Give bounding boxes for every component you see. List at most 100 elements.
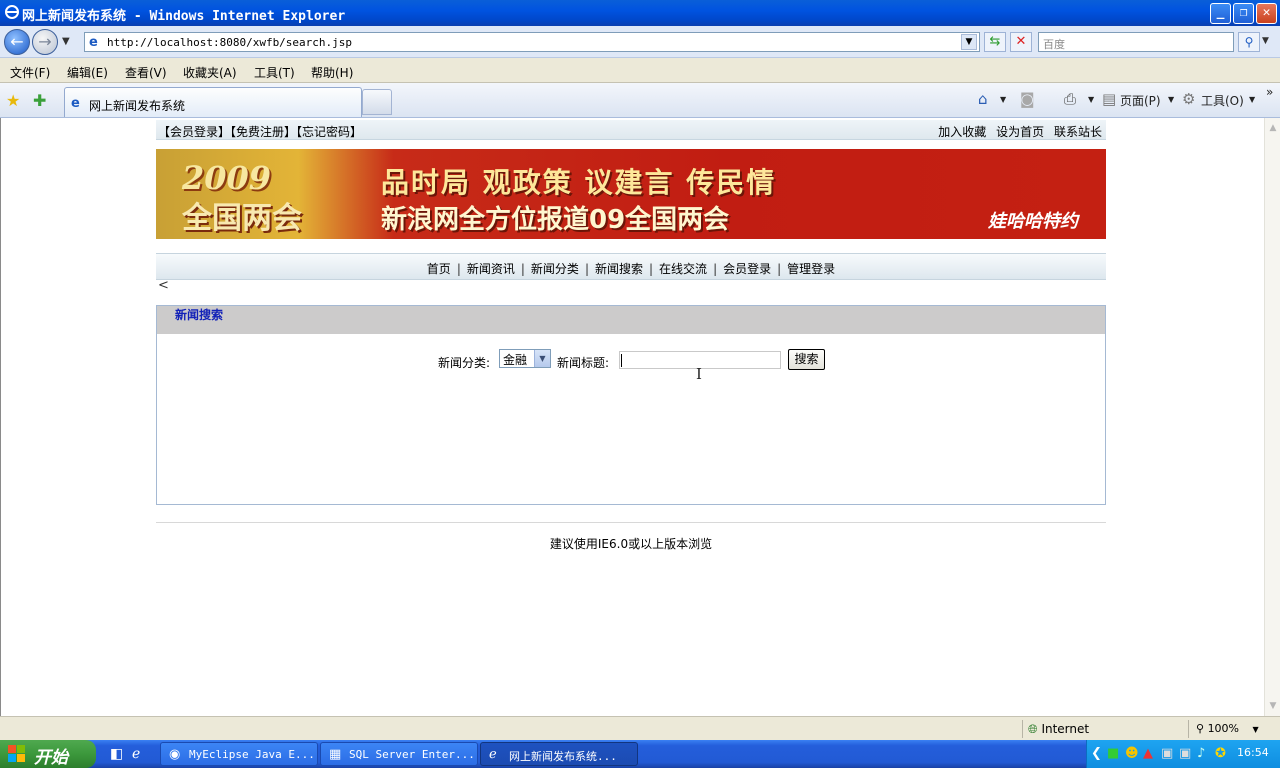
tray-expand-icon[interactable]: ❮ <box>1091 746 1102 761</box>
print-icon[interactable]: ⎙ <box>1064 90 1076 108</box>
home-icon[interactable]: ⌂ <box>978 90 988 108</box>
sql-server-icon: ▦ <box>329 747 342 762</box>
zoom-label: 100% <box>1207 722 1240 735</box>
chevron-more-icon[interactable]: » <box>1266 85 1273 99</box>
search-go-button[interactable]: ⚲ <box>1238 32 1260 52</box>
banner-left-headline: 全国两会 <box>182 201 302 236</box>
menu-file[interactable]: 文件(F) <box>10 64 50 81</box>
menu-tools[interactable]: 工具(T) <box>254 64 295 81</box>
search-placeholder: 百度 <box>1043 38 1065 51</box>
nav-chat[interactable]: 在线交流 <box>659 262 707 276</box>
zoom-dropdown-icon[interactable]: ▼ <box>1253 725 1259 734</box>
tray-volume-icon[interactable]: ♪ <box>1197 746 1205 761</box>
address-input[interactable]: e http://localhost:8080/xwfb/search.jsp … <box>84 32 980 52</box>
show-desktop-icon[interactable]: ◧ <box>110 746 123 762</box>
scroll-down-icon[interactable]: ▼ <box>1265 698 1280 714</box>
tray-monitor-icon[interactable]: ▣ <box>1161 746 1173 761</box>
nav-news[interactable]: 新闻资讯 <box>467 262 515 276</box>
nav-search[interactable]: 新闻搜索 <box>595 262 643 276</box>
favorites-star-icon[interactable]: ★ <box>6 91 20 110</box>
tray-network-connections-icon[interactable]: ▣ <box>1179 746 1191 761</box>
menu-favorites[interactable]: 收藏夹(A) <box>183 64 237 81</box>
print-dropdown-icon[interactable]: ▼ <box>1088 95 1094 104</box>
tray-network-icon[interactable]: ■ <box>1107 746 1119 761</box>
banner-image: 2009 全国两会 品时局 观政策 议建言 传民情 新浪网全方位报道09全国两会… <box>156 149 1106 239</box>
menu-view[interactable]: 查看(V) <box>125 64 167 81</box>
task-sql-server[interactable]: ▦ SQL Server Enter... <box>320 742 478 766</box>
tray-security-icon[interactable]: ✪ <box>1215 746 1226 761</box>
page-menu-button[interactable]: 页面(P) <box>1120 92 1161 109</box>
chevron-down-icon[interactable]: ▼ <box>534 350 550 367</box>
search-panel: 新闻搜索 新闻分类: 金融 ▼ 新闻标题: 搜索 I <box>156 305 1106 505</box>
search-panel-title: 新闻搜索 <box>175 308 224 322</box>
text-caret <box>621 354 622 367</box>
zoom-icon: ⚲ <box>1196 722 1205 735</box>
ibeam-cursor-icon: I <box>696 365 702 383</box>
arrow-right-icon: → <box>38 32 52 51</box>
add-favorite-icon[interactable]: ✚ <box>33 91 46 110</box>
back-button[interactable]: ← <box>4 29 30 55</box>
ie-quicklaunch-icon[interactable]: ℯ <box>132 746 140 762</box>
system-tray: ❮ ■ ☻ ▲ ▣ ▣ ♪ ✪ 16:54 <box>1086 740 1280 768</box>
nav-home[interactable]: 首页 <box>427 262 451 276</box>
home-dropdown-icon[interactable]: ▼ <box>1000 95 1006 104</box>
history-dropdown-icon[interactable]: ▼ <box>62 36 70 47</box>
start-label: 开始 <box>34 748 68 768</box>
refresh-icon: ⇆ <box>989 34 1001 49</box>
tab-label: 网上新闻发布系统 <box>89 99 186 113</box>
close-window-button[interactable]: ✕ <box>1256 3 1277 24</box>
maximize-button[interactable]: ❐ <box>1233 3 1254 24</box>
tools-menu-button[interactable]: 工具(O) <box>1201 92 1244 109</box>
task-ie-news[interactable]: ℯ 网上新闻发布系统... <box>480 742 638 766</box>
tools-dropdown-icon[interactable]: ▼ <box>1249 95 1255 104</box>
magnifier-icon: ⚲ <box>1244 35 1254 49</box>
page-icon: ▤ <box>1102 90 1117 108</box>
search-input[interactable]: 百度 <box>1038 32 1234 52</box>
forward-button[interactable]: → <box>32 29 58 55</box>
nav-member-login[interactable]: 会员登录 <box>723 262 771 276</box>
refresh-button[interactable]: ⇆ <box>984 32 1006 52</box>
zoom-control[interactable]: ⚲ 100% ▼ <box>1196 722 1259 735</box>
new-tab-button[interactable] <box>362 89 392 115</box>
zone-label: Internet <box>1041 722 1090 736</box>
task-myeclipse[interactable]: ◉ MyEclipse Java E... <box>160 742 318 766</box>
ie-logo-icon: ℯ <box>489 747 497 762</box>
security-zone[interactable]: 🌐︎ Internet <box>1028 722 1089 737</box>
window-titlebar[interactable]: 网上新闻发布系统 - Windows Internet Explorer _ ❐… <box>0 0 1280 26</box>
main-nav: 首页 | 新闻资讯 | 新闻分类 | 新闻搜索 | 在线交流 | 会员登录 | 管理登录 <box>156 253 1106 280</box>
contact-webmaster-link[interactable]: 联系站长 <box>1054 125 1102 139</box>
set-homepage-link[interactable]: 设为首页 <box>996 125 1044 139</box>
search-form: 新闻分类: 金融 ▼ 新闻标题: 搜索 I <box>157 348 1105 383</box>
globe-icon: 🌐︎ <box>1028 722 1038 736</box>
tray-qq-icon[interactable]: ☻ <box>1125 746 1139 761</box>
task-label: SQL Server Enter... <box>349 748 475 761</box>
chevron-left-icon[interactable]: < <box>158 278 169 293</box>
stop-button[interactable]: ✕ <box>1010 32 1032 52</box>
start-button[interactable]: 开始 <box>0 740 96 768</box>
rss-feed-icon[interactable]: ◙ <box>1020 90 1035 108</box>
arrow-left-icon: ← <box>10 32 24 51</box>
taskbar: 开始 ◧ ℯ ◉ MyEclipse Java E... ▦ SQL Serve… <box>0 740 1280 768</box>
task-label: MyEclipse Java E... <box>189 748 315 761</box>
search-button[interactable]: 搜索 <box>788 349 825 370</box>
banner-sponsor: 娃哈哈特约 <box>988 211 1078 232</box>
search-provider-dropdown-icon[interactable]: ▼ <box>1262 36 1269 46</box>
tray-app-icon[interactable]: ▲ <box>1143 746 1153 761</box>
member-links[interactable]: 【会员登录】【免费注册】【忘记密码】 <box>158 123 362 140</box>
banner-line2: 新浪网全方位报道09全国两会 <box>381 205 730 235</box>
nav-admin-login[interactable]: 管理登录 <box>787 262 835 276</box>
menu-edit[interactable]: 编辑(E) <box>67 64 108 81</box>
nav-categories[interactable]: 新闻分类 <box>531 262 579 276</box>
vertical-scrollbar[interactable]: ▲ ▼ <box>1264 118 1280 716</box>
scroll-up-icon[interactable]: ▲ <box>1265 120 1280 136</box>
category-select[interactable]: 金融 ▼ <box>499 349 551 368</box>
address-dropdown-icon[interactable]: ▼ <box>961 34 977 50</box>
minimize-button[interactable]: _ <box>1210 3 1231 24</box>
add-favorite-link[interactable]: 加入收藏 <box>938 125 986 139</box>
page-dropdown-icon[interactable]: ▼ <box>1168 95 1174 104</box>
tab-active[interactable]: e 网上新闻发布系统 <box>64 87 362 117</box>
site-links: 加入收藏 设为首页 联系站长 <box>938 123 1102 140</box>
menu-help[interactable]: 帮助(H) <box>311 64 353 81</box>
url-text: http://localhost:8080/xwfb/search.jsp <box>107 36 353 49</box>
title-label: 新闻标题: <box>557 356 610 370</box>
